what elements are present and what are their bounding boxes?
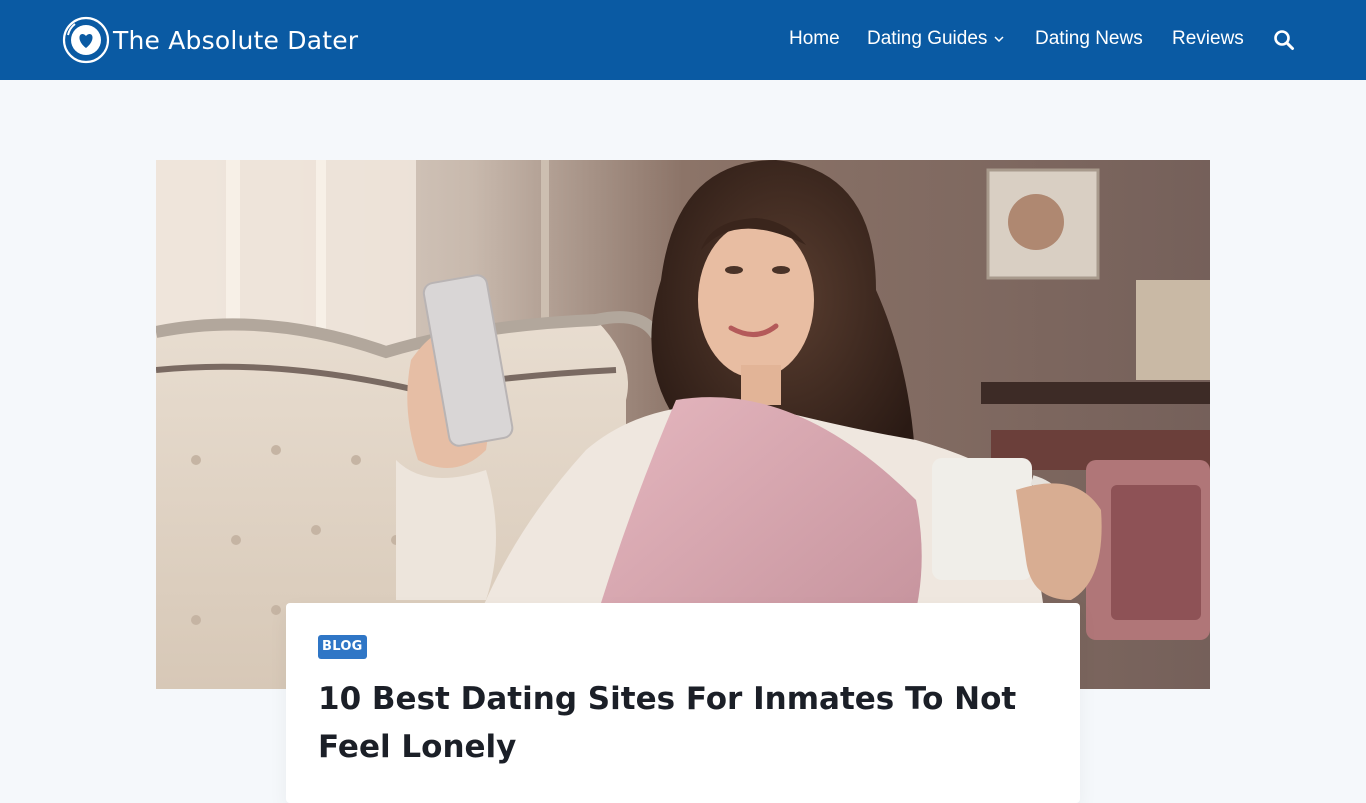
- site-header: The Absolute Dater Home Dating Guides Da…: [0, 0, 1366, 80]
- nav-dating-news[interactable]: Dating News: [1035, 28, 1143, 50]
- nav-dating-guides[interactable]: Dating Guides: [867, 28, 1005, 50]
- site-logo[interactable]: The Absolute Dater: [61, 15, 358, 65]
- nav-dating-guides-label: Dating Guides: [867, 28, 988, 49]
- chevron-down-icon: [994, 36, 1004, 43]
- category-badge[interactable]: BLOG: [318, 635, 367, 659]
- search-icon[interactable]: [1273, 29, 1295, 51]
- heart-circle-icon: [62, 16, 110, 64]
- nav-home[interactable]: Home: [789, 28, 840, 50]
- site-name: The Absolute Dater: [113, 25, 359, 55]
- post-title: 10 Best Dating Sites For Inmates To Not …: [318, 681, 1017, 765]
- nav-reviews[interactable]: Reviews: [1172, 28, 1244, 50]
- post-card: BLOG 10 Best Dating Sites For Inmates To…: [286, 603, 1080, 803]
